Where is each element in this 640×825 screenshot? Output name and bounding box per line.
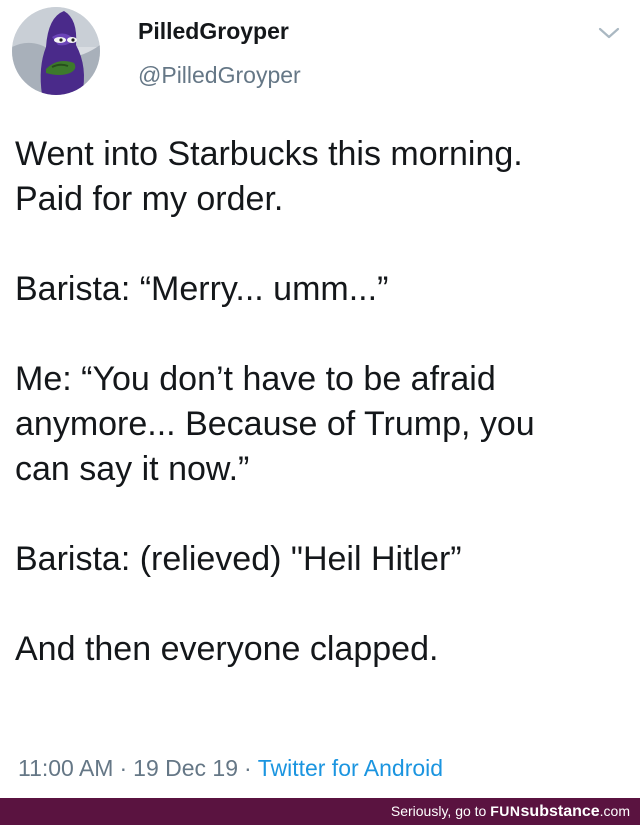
watermark-banner[interactable]: Seriously, go to FUNsubstance.com xyxy=(0,798,640,825)
meta-separator: · xyxy=(244,755,252,781)
tweet-meta: 11:00 AM · 19 Dec 19 · Twitter for Android xyxy=(18,755,443,782)
tweet-paragraph: Barista: (relieved) "Heil Hitler” xyxy=(15,540,462,578)
avatar-image xyxy=(12,7,100,95)
meta-separator: · xyxy=(119,755,128,781)
watermark-prefix: Seriously, go to xyxy=(390,803,491,819)
chevron-down-icon[interactable] xyxy=(596,24,622,42)
watermark-brand-substance: substance xyxy=(520,803,600,820)
avatar[interactable] xyxy=(12,7,100,95)
watermark-brand-tld: .com xyxy=(599,803,630,819)
tweet-time[interactable]: 11:00 AM xyxy=(18,755,113,781)
tweet-paragraph: Me: “You don’t have to be afraid anymore… xyxy=(15,360,535,488)
tweet-paragraph: And then everyone clapped. xyxy=(15,630,439,668)
display-name[interactable]: PilledGroyper xyxy=(138,18,289,45)
tweet-date[interactable]: 19 Dec 19 xyxy=(133,755,238,781)
tweet-source-link[interactable]: Twitter for Android xyxy=(258,755,443,781)
tweet-paragraph: Barista: “Merry... umm...” xyxy=(15,270,389,308)
watermark-brand-fun: FUN xyxy=(490,803,521,819)
user-handle[interactable]: @PilledGroyper xyxy=(138,62,301,89)
tweet-text: Went into Starbucks this morning. Paid f… xyxy=(15,132,630,672)
tweet-paragraph: Went into Starbucks this morning. Paid f… xyxy=(15,135,523,218)
